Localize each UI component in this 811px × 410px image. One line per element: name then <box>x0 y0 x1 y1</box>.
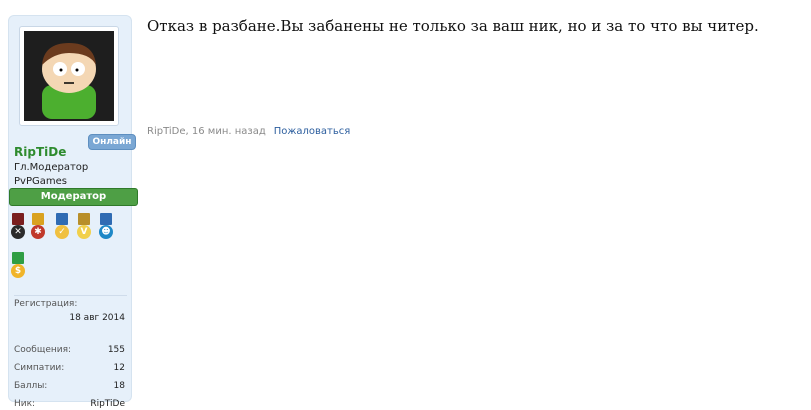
user-project: PvPGames <box>14 176 67 187</box>
online-status-badge: Онлайн <box>88 134 136 150</box>
gold-coin-medal-icon[interactable]: $ <box>9 252 27 280</box>
user-stats: Регистрация: 18 авг 2014 Сообщения: 155 … <box>14 295 127 409</box>
username-link[interactable]: RipTiDe <box>14 145 66 159</box>
cartoon-character-avatar-icon <box>24 31 114 121</box>
post-author-link[interactable]: RipTiDe <box>147 126 186 137</box>
red-gear-medal-icon[interactable]: ✱ <box>29 213 47 241</box>
stat-label: Регистрация: <box>14 299 78 309</box>
stat-value[interactable]: 18 <box>114 380 125 392</box>
stat-label: Ник: <box>14 399 36 409</box>
stat-label: Симпатии: <box>14 363 65 373</box>
stat-label: Баллы: <box>14 381 48 391</box>
vip-medal-icon[interactable]: V <box>75 213 93 241</box>
stat-label: Сообщения: <box>14 345 72 355</box>
stat-value: 12 <box>113 363 125 373</box>
post-time[interactable]: 16 мин. назад <box>192 126 266 137</box>
avatar[interactable] <box>19 26 119 126</box>
skull-medal-icon[interactable]: ☻ <box>97 213 115 241</box>
report-link[interactable]: Пожаловаться <box>274 126 351 137</box>
user-title: Гл.Модератор <box>14 162 89 173</box>
stat-registration: Регистрация: 18 авг 2014 <box>14 298 127 328</box>
moderator-role-banner: Модератор <box>9 188 138 206</box>
stat-value: 18 авг 2014 <box>69 313 125 323</box>
post-meta: RipTiDe, 16 мин. назад Пожаловаться <box>147 126 350 137</box>
stat-value: RipTiDe <box>90 399 125 409</box>
user-info-panel: Онлайн RipTiDe Гл.Модератор PvPGames Мод… <box>8 15 138 409</box>
post-message: Отказ в разбане.Вы забанены не только за… <box>147 17 759 35</box>
crossed-swords-medal-icon[interactable]: ✕ <box>9 213 27 241</box>
stat-value[interactable]: 155 <box>108 344 125 356</box>
check-medal-icon[interactable]: ✓ <box>53 213 71 241</box>
